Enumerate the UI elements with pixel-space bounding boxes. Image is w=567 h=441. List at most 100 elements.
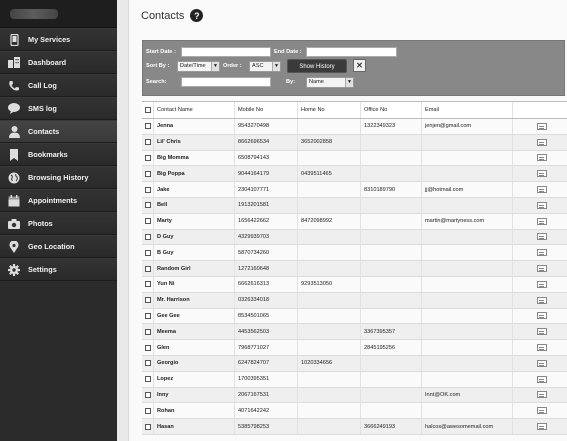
vcard-icon[interactable] — [537, 201, 547, 209]
mobile-no-cell: 2304107771 — [235, 182, 298, 197]
vcard-icon[interactable] — [537, 170, 547, 178]
sidebar-item-bookmarks[interactable]: Bookmarks — [0, 143, 117, 166]
search-input[interactable] — [181, 77, 271, 87]
contact-name-cell: Bell — [154, 197, 235, 213]
vcard-icon[interactable] — [537, 423, 547, 431]
sidebar-item-browsing-history[interactable]: Browsing History — [0, 166, 117, 189]
sort-by-select[interactable]: Date/Time ▼ — [177, 61, 220, 72]
row-checkbox[interactable] — [145, 297, 151, 304]
row-actions-cell — [513, 166, 567, 181]
row-checkbox[interactable] — [145, 233, 151, 240]
sidebar-item-label: Appointments — [28, 196, 78, 205]
email-cell: jenjen@gmail.com — [422, 119, 513, 134]
row-checkbox[interactable] — [145, 218, 151, 225]
chevron-down-icon: ▼ — [211, 62, 219, 71]
sidebar-item-photos[interactable]: Photos — [0, 212, 117, 235]
row-checkbox[interactable] — [145, 312, 151, 319]
chevron-down-icon: ▼ — [345, 78, 353, 87]
header-home-no[interactable]: Home No — [298, 102, 361, 118]
row-select-cell — [142, 403, 154, 419]
table-header: Contact Name Mobile No Home No Office No… — [142, 102, 567, 119]
home-no-cell — [298, 387, 361, 403]
contact-name-cell: Jenna — [154, 119, 235, 134]
sidebar-item-contacts[interactable]: Contacts — [0, 120, 117, 143]
sidebar-item-appointments[interactable]: Appointments — [0, 189, 117, 212]
vcard-icon[interactable] — [537, 328, 547, 336]
row-checkbox[interactable] — [145, 407, 151, 414]
vcard-icon[interactable] — [537, 217, 547, 225]
vcard-icon[interactable] — [537, 186, 547, 194]
row-checkbox[interactable] — [145, 186, 151, 193]
mobile-no-cell: 1272160648 — [235, 261, 298, 276]
vcard-icon[interactable] — [537, 249, 547, 257]
row-checkbox[interactable] — [145, 249, 151, 256]
mobile-no-cell: 9044164179 — [235, 166, 298, 182]
home-no-cell — [298, 324, 361, 340]
contact-name-cell: Lopez — [154, 371, 235, 387]
row-checkbox[interactable] — [145, 123, 151, 130]
row-checkbox[interactable] — [145, 344, 151, 351]
row-checkbox[interactable] — [145, 423, 151, 430]
contact-name-cell: Meema — [154, 324, 235, 340]
sidebar-item-geo-location[interactable]: Geo Location — [0, 235, 117, 258]
sidebar-item-sms-log[interactable]: SMS log — [0, 97, 117, 120]
row-checkbox[interactable] — [145, 265, 151, 272]
header-email[interactable]: Email — [422, 102, 513, 118]
vcard-icon[interactable] — [537, 280, 547, 288]
vcard-icon[interactable] — [537, 359, 547, 367]
row-select-cell — [142, 119, 154, 134]
vcard-icon[interactable] — [537, 344, 547, 352]
row-checkbox[interactable] — [145, 360, 151, 367]
row-checkbox[interactable] — [145, 170, 151, 177]
header-contact-name[interactable]: Contact Name — [154, 102, 235, 118]
office-no-cell — [361, 197, 422, 213]
row-checkbox[interactable] — [145, 139, 151, 146]
row-checkbox[interactable] — [145, 376, 151, 383]
start-date-input[interactable] — [181, 47, 271, 57]
table-row: Jenna 9543270498 1322349323 jenjen@gmail.co… — [142, 119, 567, 135]
order-select[interactable]: ASC ▼ — [249, 61, 281, 72]
content-panel: Contacts ? Start Date : End Date : Sort … — [128, 0, 567, 441]
home-no-cell — [298, 308, 361, 324]
row-checkbox[interactable] — [145, 154, 151, 161]
vcard-icon[interactable] — [537, 407, 547, 415]
vcard-icon[interactable] — [537, 233, 547, 241]
export-excel-icon[interactable]: ✕ — [353, 59, 366, 72]
vcard-icon[interactable] — [537, 296, 547, 304]
row-actions-cell — [513, 293, 567, 308]
row-checkbox[interactable] — [145, 391, 151, 398]
search-by-select[interactable]: Name ▼ — [306, 77, 354, 88]
row-actions-cell — [513, 419, 567, 434]
map-pin-icon — [8, 240, 20, 253]
row-actions-cell — [513, 214, 567, 229]
vcard-icon[interactable] — [537, 265, 547, 273]
select-all-checkbox[interactable] — [145, 107, 151, 113]
row-checkbox[interactable] — [145, 202, 151, 209]
vcard-icon[interactable] — [537, 122, 547, 130]
vcard-icon[interactable] — [537, 138, 547, 146]
row-checkbox[interactable] — [145, 328, 151, 335]
row-select-cell — [142, 324, 154, 340]
page-title-text: Contacts — [141, 9, 185, 22]
page-title: Contacts ? — [141, 9, 204, 22]
sidebar-item-dashboard[interactable]: Dashboard — [0, 51, 117, 74]
show-history-button[interactable]: Show History — [287, 59, 347, 73]
help-icon[interactable]: ? — [190, 9, 204, 22]
vcard-icon[interactable] — [537, 391, 547, 399]
home-no-cell: 9293513050 — [298, 276, 361, 292]
header-mobile-no[interactable]: Mobile No — [235, 102, 298, 118]
vcard-icon[interactable] — [537, 375, 547, 383]
sidebar-item-call-log[interactable]: Call Log — [0, 74, 117, 97]
gear-icon — [8, 263, 20, 276]
table-row: Big Poppa 9044164179 0439511465 — [142, 166, 567, 183]
contact-name-cell: Georgio — [154, 355, 235, 371]
vcard-icon[interactable] — [537, 154, 547, 162]
mobile-no-cell: 8534501065 — [235, 308, 298, 324]
contact-name-cell: Random Girl — [154, 261, 235, 276]
row-checkbox[interactable] — [145, 281, 151, 288]
header-office-no[interactable]: Office No — [361, 102, 422, 118]
sidebar-item-my-services[interactable]: My Services — [0, 28, 117, 51]
sidebar-item-settings[interactable]: Settings — [0, 258, 117, 281]
vcard-icon[interactable] — [537, 312, 547, 320]
end-date-input[interactable] — [306, 47, 397, 57]
